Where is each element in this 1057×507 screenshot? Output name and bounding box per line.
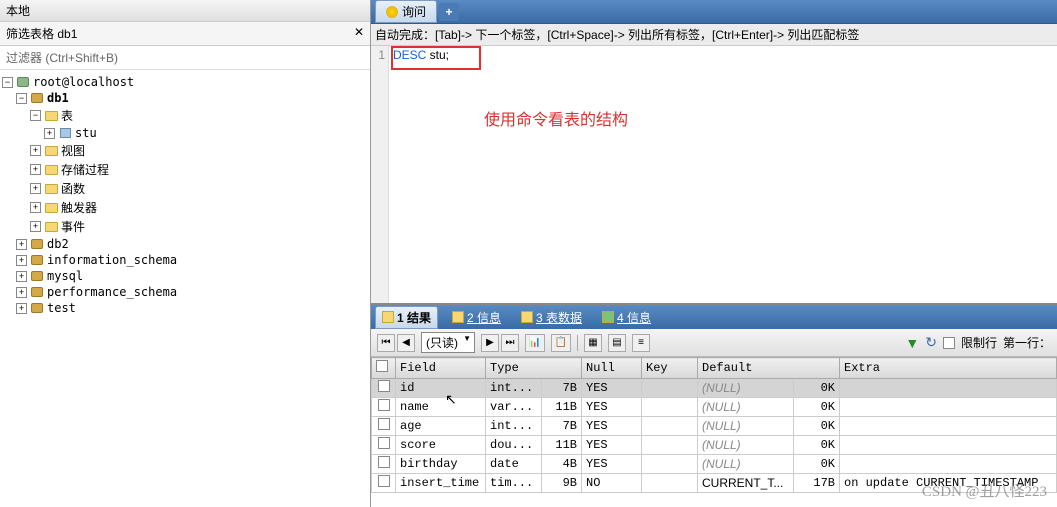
query-icon (386, 6, 398, 18)
tree-procedures[interactable]: +存储过程 (2, 160, 368, 179)
info-icon (602, 311, 614, 323)
info-icon (452, 311, 464, 323)
tree-views[interactable]: +视图 (2, 141, 368, 160)
code-area[interactable]: DESC stu; 使用命令看表的结构 (389, 46, 1057, 303)
close-icon[interactable]: ✕ (354, 25, 364, 42)
tab-tabledata[interactable]: 3 表数据 (515, 307, 588, 328)
export-button[interactable]: 📊 (525, 334, 545, 352)
table-row[interactable]: birthdaydate4BYES(NULL)0K (372, 455, 1057, 474)
table-row[interactable]: scoredou...11BYES(NULL)0K (372, 436, 1057, 455)
tree-tables[interactable]: −表 (2, 106, 368, 125)
tree-table-stu[interactable]: +stu (2, 125, 368, 141)
col-field[interactable]: Field (396, 358, 486, 379)
query-tabs: 询问 + (371, 0, 1057, 24)
table-row[interactable]: ageint...7BYES(NULL)0K (372, 417, 1057, 436)
tree-server[interactable]: −root@localhost (2, 74, 368, 90)
watermark: CSDN @丑八怪223 (922, 480, 1047, 501)
results-panel: 1 结果 2 信息 3 表数据 4 信息 ⏮ ◀ (只读) ▶ ⏭ 📊 📋 ▦ (371, 303, 1057, 507)
nav-buttons: ⏮ ◀ (377, 334, 415, 352)
tree-functions[interactable]: +函数 (2, 179, 368, 198)
col-type[interactable]: Type (486, 358, 582, 379)
results-tabs: 1 结果 2 信息 3 表数据 4 信息 (371, 305, 1057, 329)
tree-db[interactable]: +information_schema (2, 252, 368, 268)
firstrow-label: 第一行： (1003, 334, 1051, 351)
tab-query[interactable]: 询问 (375, 0, 437, 23)
col-null[interactable]: Null (582, 358, 642, 379)
filter-row: 筛选表格 db1 ✕ (0, 22, 370, 46)
filter-input[interactable]: 过滤器 (Ctrl+Shift+B) (0, 46, 370, 70)
limit-label: 限制行 (961, 334, 997, 351)
limit-checkbox[interactable] (943, 337, 955, 349)
view-grid[interactable]: ▦ (584, 334, 602, 352)
col-check[interactable] (372, 358, 396, 379)
mode-select[interactable]: (只读) (421, 332, 475, 353)
refresh-icon[interactable]: ↻ (925, 334, 937, 351)
tree-db[interactable]: +performance_schema (2, 284, 368, 300)
nav-last[interactable]: ⏭ (501, 334, 519, 352)
tree-db[interactable]: +db2 (2, 236, 368, 252)
tab-add-button[interactable]: + (439, 3, 459, 21)
col-extra[interactable]: Extra (840, 358, 1057, 379)
table-row[interactable]: idint...7BYES(NULL)0K (372, 379, 1057, 398)
col-key[interactable]: Key (642, 358, 698, 379)
autocomplete-hint: 自动完成：[Tab]-> 下一个标签，[Ctrl+Space]-> 列出所有标签… (371, 24, 1057, 46)
annotation-text: 使用命令看表的结构 (484, 106, 628, 130)
grid-icon (382, 311, 394, 323)
table-row[interactable]: namevar...11BYES(NULL)0K (372, 398, 1057, 417)
nav-prev[interactable]: ◀ (397, 334, 415, 352)
col-default[interactable]: Default (698, 358, 840, 379)
panel-title: 本地 (0, 0, 370, 22)
main-area: 询问 + 自动完成：[Tab]-> 下一个标签，[Ctrl+Space]-> 列… (371, 0, 1057, 507)
filter-icon[interactable]: ▼ (905, 335, 919, 351)
view-text[interactable]: ≡ (632, 334, 650, 352)
nav-first[interactable]: ⏮ (377, 334, 395, 352)
sql-editor[interactable]: 1 DESC stu; 使用命令看表的结构 (371, 46, 1057, 303)
tree-db[interactable]: −db1 (2, 90, 368, 106)
object-browser: 本地 筛选表格 db1 ✕ 过滤器 (Ctrl+Shift+B) −root@l… (0, 0, 371, 507)
tab-info[interactable]: 2 信息 (446, 307, 507, 328)
view-form[interactable]: ▤ (608, 334, 626, 352)
db-tree: −root@localhost −db1 −表 +stu +视图 +存储过程 +… (0, 70, 370, 507)
results-toolbar: ⏮ ◀ (只读) ▶ ⏭ 📊 📋 ▦ ▤ ≡ ▼ ↻ 限制行 第一行 (371, 329, 1057, 357)
tab-dbinfo[interactable]: 4 信息 (596, 307, 657, 328)
table-icon (521, 311, 533, 323)
tree-events[interactable]: +事件 (2, 217, 368, 236)
tree-db[interactable]: +test (2, 300, 368, 316)
tree-db[interactable]: +mysql (2, 268, 368, 284)
line-gutter: 1 (371, 46, 389, 303)
copy-button[interactable]: 📋 (551, 334, 571, 352)
nav-next[interactable]: ▶ (481, 334, 499, 352)
tab-result[interactable]: 1 结果 (375, 306, 438, 329)
tree-triggers[interactable]: +触发器 (2, 198, 368, 217)
